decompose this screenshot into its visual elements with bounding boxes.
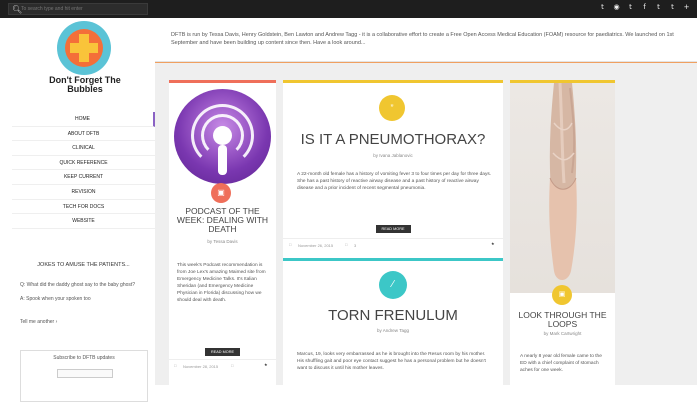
post-meta: □ November 26, 2015 □ 3 ★ — [283, 238, 503, 252]
top-bar: 🔍︎ t ◉ t f t t + — [0, 0, 697, 18]
search-icon: 🔍︎ — [12, 4, 23, 14]
twitter-icon[interactable]: t — [668, 3, 677, 11]
intro-banner: DFTB is run by Tessa Davis, Henry Goldst… — [155, 18, 697, 62]
google-plus-icon[interactable]: + — [682, 3, 691, 11]
social-links: t ◉ t f t t + — [598, 3, 691, 11]
post-title[interactable]: IS IT A PNEUMOTHORAX? — [283, 131, 503, 148]
jokes-heading: JOKES TO AMUSE THE PATIENTS... — [37, 262, 130, 268]
subscribe-widget: Subscribe to DFTB updates — [20, 350, 148, 402]
rss-icon[interactable]: ◉ — [612, 3, 621, 11]
read-more-button[interactable]: READ MORE — [375, 225, 411, 233]
divider — [155, 62, 697, 63]
post-excerpt: A nearly 8 year old female came to the E… — [520, 354, 602, 373]
facebook-icon[interactable]: f — [640, 3, 649, 11]
calendar-icon: □ — [174, 363, 177, 368]
post-author[interactable]: by Ivana Jablanovic — [283, 153, 503, 158]
site-logo[interactable] — [57, 21, 111, 75]
post-thumbnail-image[interactable] — [510, 83, 615, 293]
post-date: November 28, 2015 — [183, 364, 219, 369]
post-author[interactable]: by Tessa Davis — [169, 239, 276, 244]
link-icon: ∕ — [379, 271, 407, 299]
nav-about[interactable]: ABOUT DFTB — [12, 127, 155, 142]
post-author[interactable]: by Andrew Tagg — [283, 328, 503, 333]
subscribe-heading: Subscribe to DFTB updates — [53, 355, 115, 361]
post-title[interactable]: PODCAST OF THE WEEK: DEALING WITH DEATH — [173, 207, 272, 234]
nav-tech-for-docs[interactable]: TECH FOR DOCS — [12, 200, 155, 215]
twitter-icon[interactable]: t — [626, 3, 635, 11]
search-box[interactable]: 🔍︎ — [8, 3, 148, 15]
calendar-icon: □ — [289, 242, 292, 247]
comment-count: 3 — [354, 243, 357, 248]
intro-text: DFTB is run by Tessa Davis, Henry Goldst… — [171, 32, 674, 46]
main-content: DFTB is run by Tessa Davis, Henry Goldst… — [155, 18, 697, 385]
post-title[interactable]: TORN FRENULUM — [283, 307, 503, 324]
ballet-shoe-image — [549, 83, 577, 280]
audio-format-icon: ▣ — [211, 183, 231, 203]
joke-question: Q: What did the daddy ghost say to the b… — [20, 282, 136, 288]
nav-clinical[interactable]: CLINICAL — [12, 141, 155, 156]
star-icon[interactable]: ★ — [264, 362, 268, 367]
star-icon[interactable]: ★ — [491, 241, 495, 246]
post-author[interactable]: by Mark Cartwright — [510, 331, 615, 336]
nav-revision[interactable]: REVISION — [12, 185, 155, 200]
sidebar: Don't Forget The Bubbles HOME ABOUT DFTB… — [12, 18, 155, 402]
image-format-icon: ▣ — [552, 285, 572, 305]
tell-another-link[interactable]: Tell me another › — [20, 319, 57, 325]
post-excerpt: Marcus, 19, looks very embarrassed as he… — [297, 352, 486, 371]
main-nav: HOME ABOUT DFTB CLINICAL QUICK REFERENCE… — [12, 112, 155, 229]
comment-icon[interactable]: □ — [231, 363, 233, 368]
post-card-torn-frenulum[interactable]: ∕ TORN FRENULUM by Andrew Tagg Marcus, 1… — [283, 258, 503, 385]
search-input[interactable] — [21, 6, 141, 12]
twitter-icon[interactable]: t — [654, 3, 663, 11]
subscribe-email-field[interactable] — [57, 369, 113, 378]
nav-quick-reference[interactable]: QUICK REFERENCE — [12, 156, 155, 171]
post-card-podcast[interactable]: ▣ PODCAST OF THE WEEK: DEALING WITH DEAT… — [169, 80, 276, 385]
post-card-loops[interactable]: ▣ LOOK THROUGH THE LOOPS by Mark Cartwri… — [510, 80, 615, 385]
post-date: November 26, 2015 — [298, 243, 334, 248]
nav-home[interactable]: HOME — [12, 112, 155, 127]
twitter-icon[interactable]: t — [598, 3, 607, 11]
nav-keep-current[interactable]: KEEP CURRENT — [12, 170, 155, 185]
quote-icon: ” — [379, 95, 405, 121]
nav-website[interactable]: WEBSITE — [12, 214, 155, 229]
chevron-right-icon: › — [55, 319, 58, 325]
comment-icon[interactable]: □ — [345, 242, 347, 247]
site-title[interactable]: Don't Forget The Bubbles — [32, 76, 138, 94]
joke-answer: A: Spook when your spoken too — [20, 296, 91, 302]
post-meta: □ November 28, 2015 □ ★ — [169, 359, 276, 373]
post-card-pneumothorax[interactable]: ” IS IT A PNEUMOTHORAX? by Ivana Jablano… — [283, 80, 503, 261]
podcast-icon — [174, 89, 271, 184]
read-more-button[interactable]: READ MORE — [205, 348, 240, 356]
post-title[interactable]: LOOK THROUGH THE LOOPS — [512, 311, 613, 329]
post-excerpt: A 22-month old female has a history of v… — [297, 172, 492, 191]
post-excerpt: This week's Podcast recommendation is fr… — [177, 263, 266, 303]
